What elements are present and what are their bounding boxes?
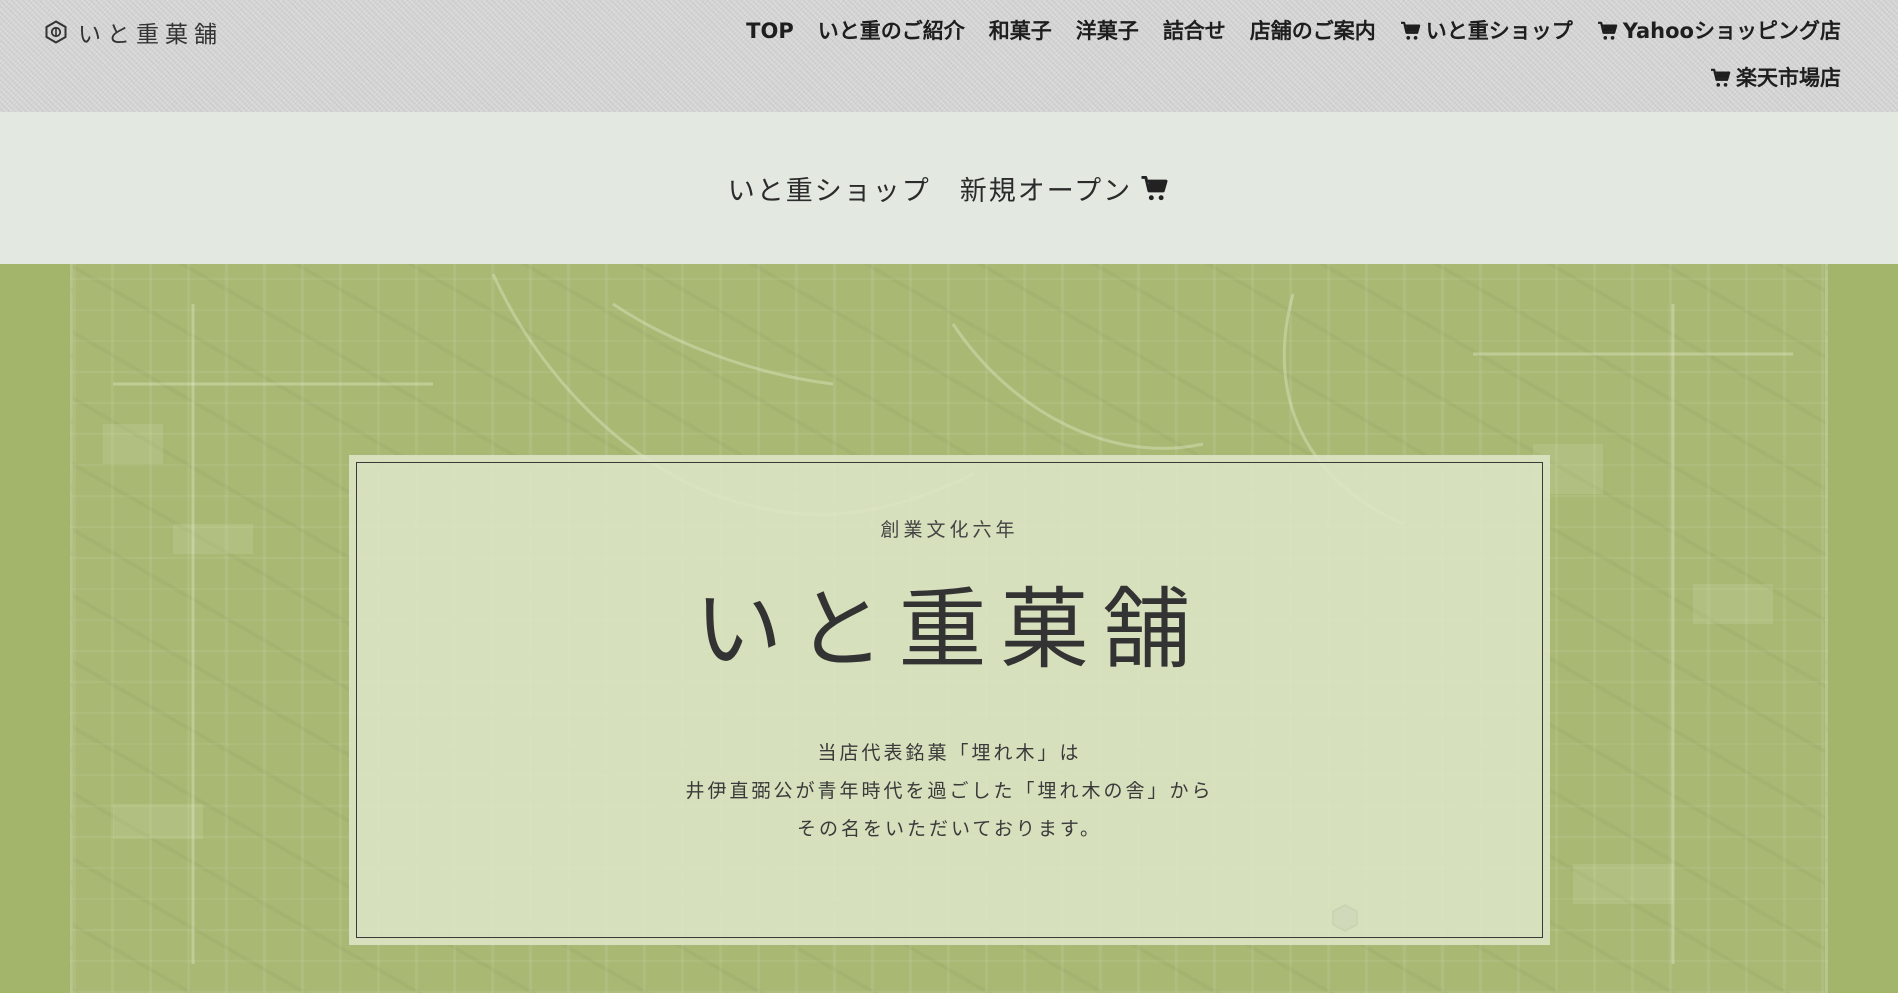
cart-icon bbox=[1140, 175, 1170, 202]
nav-item-label: Yahooショッピング店 bbox=[1622, 19, 1841, 43]
hero-card: 創業文化六年 いと重菓舗 当店代表銘菓「埋れ木」は 井伊直弼公が青年時代を過ごし… bbox=[349, 455, 1550, 945]
nav-item[interactable]: 詰合せ bbox=[1163, 14, 1226, 48]
main-nav: TOP いと重のご紹介 和菓子 洋菓子 詰合せ 店舗のご案内 いと重ショップ Yahooショッ… bbox=[661, 14, 1841, 95]
hexagon-badge-icon bbox=[1332, 904, 1358, 932]
nav-item[interactable]: 楽天市場店 bbox=[1710, 61, 1841, 95]
announcement-banner[interactable]: いと重ショップ 新規オープン bbox=[0, 112, 1898, 264]
nav-item[interactable]: 店舗のご案内 bbox=[1250, 14, 1376, 48]
nav-item-label: 洋菓子 bbox=[1075, 19, 1139, 43]
nav-item-label: TOP bbox=[746, 19, 794, 43]
nav-item[interactable]: いと重ショップ bbox=[1400, 14, 1573, 48]
cart-icon bbox=[1400, 21, 1422, 41]
hexagon-crest-icon bbox=[45, 20, 67, 44]
description-line: 当店代表銘菓「埋れ木」は bbox=[817, 742, 1082, 764]
description-line: 井伊直弼公が青年時代を過ごした「埋れ木の舎」から bbox=[685, 780, 1214, 802]
nav-item[interactable]: 和菓子 bbox=[989, 14, 1052, 48]
hero-description: 当店代表銘菓「埋れ木」は 井伊直弼公が青年時代を過ごした「埋れ木の舎」から その… bbox=[685, 734, 1213, 848]
hero-title: いと重菓舗 bbox=[694, 578, 1205, 681]
nav-item[interactable]: Yahooショッピング店 bbox=[1597, 14, 1841, 48]
hero-section: 創業文化六年 いと重菓舗 当店代表銘菓「埋れ木」は 井伊直弼公が青年時代を過ごし… bbox=[0, 264, 1898, 993]
nav-item[interactable]: いと重のご紹介 bbox=[818, 14, 965, 48]
nav-item-label: 楽天市場店 bbox=[1736, 66, 1841, 90]
site-logo[interactable]: いと重菓舗 bbox=[44, 15, 223, 49]
site-header: いと重菓舗 TOP いと重のご紹介 和菓子 洋菓子 詰合せ 店舗のご案内 いと重ショップ Ya… bbox=[0, 0, 1898, 112]
cart-icon bbox=[1597, 21, 1619, 41]
nav-item-label: 店舗のご案内 bbox=[1249, 19, 1376, 43]
cart-icon bbox=[1710, 68, 1732, 88]
nav-item[interactable]: TOP bbox=[746, 14, 794, 48]
founding-year: 創業文化六年 bbox=[880, 519, 1019, 541]
nav-item[interactable]: 洋菓子 bbox=[1076, 14, 1139, 48]
nav-item-label: いと重のご紹介 bbox=[817, 19, 965, 43]
description-line: その名をいただいております。 bbox=[797, 818, 1102, 840]
hero-card-frame: 創業文化六年 いと重菓舗 当店代表銘菓「埋れ木」は 井伊直弼公が青年時代を過ごし… bbox=[356, 462, 1543, 938]
nav-item-label: 詰合せ bbox=[1162, 19, 1226, 43]
nav-item-label: いと重ショップ bbox=[1425, 19, 1573, 43]
announcement-text: いと重ショップ 新規オープン bbox=[727, 175, 1133, 207]
nav-item-label: 和菓子 bbox=[988, 19, 1052, 43]
site-logo-text: いと重菓舗 bbox=[78, 22, 223, 48]
